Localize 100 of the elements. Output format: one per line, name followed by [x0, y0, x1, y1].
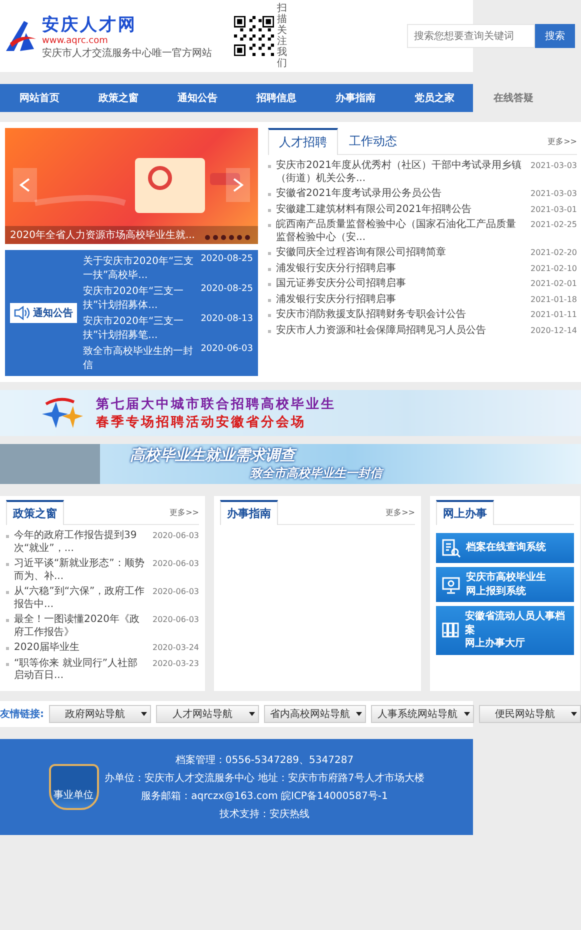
- news-date: 2020-12-14: [530, 324, 577, 336]
- stars-logo-icon: [40, 396, 84, 430]
- news-date: 2021-03-03: [530, 188, 577, 200]
- news-date: 2021-02-01: [530, 278, 577, 290]
- caret-icon: [356, 712, 362, 716]
- news-date: 2021-01-18: [530, 294, 577, 306]
- news-link[interactable]: 今年的政府工作报告提到39次“就业”，...: [14, 530, 148, 555]
- panel-title: 政策之窗: [6, 500, 64, 525]
- news-date: 2020-06-03: [152, 530, 199, 542]
- news-link[interactable]: 国元证券安庆分公司招聘启事: [276, 278, 526, 290]
- banner-text: 春季专场招聘活动安徽省分会场: [96, 414, 307, 431]
- panel-title: 网上办事: [436, 500, 494, 525]
- job-fair-banner[interactable]: 第七届大中城市联合招聘高校毕业生 春季专场招聘活动安徽省分会场: [0, 390, 581, 436]
- notice-label: 通知公告: [33, 306, 73, 320]
- news-date: 2020-03-23: [152, 658, 199, 670]
- news-date: 2021-03-03: [530, 160, 577, 172]
- link-dropdown[interactable]: 省内高校网站导航: [264, 704, 366, 722]
- service-button[interactable]: 安庆市高校毕业生 网上报到系统: [436, 567, 574, 602]
- news-link[interactable]: 安庆市消防救援支队招聘财务专职会计公告: [276, 309, 526, 322]
- notice-link[interactable]: 关于安庆市2020年“三支一扶”高校毕...: [83, 254, 197, 282]
- caret-icon: [571, 712, 578, 716]
- link-dropdown[interactable]: 人才网站导航: [156, 704, 259, 722]
- notice-link[interactable]: 安庆市2020年“三支一扶”计划招募体...: [83, 284, 197, 312]
- tab[interactable]: 工作动态: [338, 128, 408, 154]
- footer-text: 档案管理：0556-5347289、5347287: [175, 754, 354, 766]
- carousel-dot[interactable]: [221, 235, 226, 240]
- site-url: www.aqrc.com: [42, 36, 109, 46]
- search-field[interactable]: 搜索您想要查询关键词: [407, 24, 535, 48]
- nav-item[interactable]: 通知公告: [158, 84, 237, 112]
- links-label: 友情链接:: [0, 708, 44, 720]
- footer-text: 技术支持：安庆热线: [219, 808, 310, 820]
- news-link[interactable]: “职等你来 就业同行”人社部启动百日...: [14, 658, 148, 682]
- service-button[interactable]: 档案在线查询系统: [436, 533, 574, 563]
- carousel-slide[interactable]: 2020年全省人力资源市场高校毕业生就...: [5, 128, 258, 244]
- news-link[interactable]: 皖西南产品质量监督检验中心（国家石油化工产品质量监督检验中心（安...: [276, 219, 526, 244]
- news-link[interactable]: 习近平谈“新就业形态”：顺势而为、补...: [14, 558, 148, 583]
- notice-date: 2020-08-25: [200, 254, 253, 266]
- news-date: 2020-06-03: [152, 558, 199, 570]
- notice-link[interactable]: 致全市高校毕业生的一封信: [83, 344, 197, 372]
- news-link[interactable]: 安庆市2021年度从优秀村（社区）干部中考试录用乡镇（街道）机关公务...: [276, 160, 526, 185]
- caret-icon: [248, 712, 255, 716]
- panel-title: 办事指南: [220, 500, 278, 525]
- binders-icon: [441, 620, 460, 640]
- qr-caption: 扫描关注我们: [277, 3, 287, 69]
- news-date: 2020-06-03: [152, 614, 199, 626]
- news-link[interactable]: 安徽同庆全过程咨询有限公司招聘简章: [276, 247, 526, 260]
- notice-date: 2020-06-03: [200, 344, 253, 356]
- nav-item[interactable]: 党员之家: [395, 84, 474, 112]
- notice-link[interactable]: 安庆市2020年“三支一扶”计划招募笔...: [83, 314, 197, 342]
- news-date: 2021-01-11: [530, 309, 577, 321]
- news-date: 2020-06-03: [152, 586, 199, 598]
- tab[interactable]: 人才招聘: [268, 128, 338, 155]
- service-button[interactable]: 安徽省流动人员人事档案 网上办事大厅: [436, 606, 574, 654]
- notice-date: 2020-08-13: [200, 314, 253, 326]
- more-link[interactable]: 更多>>: [170, 506, 199, 518]
- link-dropdown[interactable]: 政府网站导航: [49, 704, 152, 722]
- qr-code: [234, 16, 274, 56]
- news-date: 2020-03-24: [152, 642, 199, 654]
- nav-item[interactable]: 网站首页: [0, 84, 79, 112]
- news-link[interactable]: 安徽省2021年度考试录用公务员公告: [276, 188, 526, 200]
- news-link[interactable]: 浦发银行安庆分行招聘启事: [276, 294, 526, 306]
- document-search-icon: [441, 538, 461, 558]
- link-dropdown[interactable]: 人事系统网站导航: [371, 704, 474, 722]
- carousel-dot[interactable]: [245, 235, 250, 240]
- speaker-icon: [14, 306, 30, 320]
- logo-icon: [4, 19, 38, 53]
- more-link[interactable]: 更多>>: [386, 506, 415, 518]
- site-slogan: 安庆市人才交流服务中心唯一官方网站: [42, 46, 212, 60]
- search-button[interactable]: 搜索: [535, 24, 575, 48]
- more-link[interactable]: 更多>>: [548, 136, 577, 146]
- nav-item[interactable]: 在线答疑: [474, 84, 553, 112]
- carousel-dot[interactable]: [213, 235, 218, 240]
- nav-item[interactable]: 招聘信息: [237, 84, 316, 112]
- banner-text: 高校毕业生就业需求调查: [130, 446, 298, 465]
- carousel-dot[interactable]: [237, 235, 242, 240]
- caret-icon: [464, 712, 470, 716]
- caret-icon: [141, 712, 148, 716]
- news-link[interactable]: 最全！一图读懂2020年《政府工作报告》: [14, 614, 148, 639]
- news-date: 2021-02-10: [530, 262, 577, 274]
- slide-caption: 2020年全省人力资源市场高校毕业生就...: [5, 226, 258, 244]
- news-date: 2021-03-01: [530, 204, 577, 216]
- footer-text: 办单位：安庆市人才交流服务中心 地址：安庆市市府路7号人才市场大楼: [104, 772, 424, 784]
- news-link[interactable]: 从“六稳”到“六保”，政府工作报告中...: [14, 586, 148, 611]
- news-link[interactable]: 浦发银行安庆分行招聘启事: [276, 262, 526, 275]
- notice-date: 2020-08-25: [200, 284, 253, 296]
- carousel-dot[interactable]: [229, 235, 234, 240]
- carousel-dot[interactable]: [205, 235, 210, 240]
- news-date: 2021-02-20: [530, 247, 577, 259]
- news-date: 2021-02-25: [530, 219, 577, 231]
- news-link[interactable]: 2020届毕业生: [14, 642, 148, 654]
- news-link[interactable]: 安徽建工建筑材料有限公司2021年招聘公告: [276, 204, 526, 216]
- link-dropdown[interactable]: 便民网站导航: [478, 704, 581, 722]
- banner-text: 第七届大中城市联合招聘高校毕业生: [96, 396, 336, 413]
- news-link[interactable]: 安庆市人力资源和社会保障局招聘见习人员公告: [276, 324, 526, 337]
- nav-item[interactable]: 政策之窗: [79, 84, 158, 112]
- nav-item[interactable]: 办事指南: [316, 84, 395, 112]
- site-title: 安庆人才网: [42, 14, 138, 36]
- footer-text: 服务邮箱：aqrczx@163.com 皖ICP备14000587号-1: [141, 790, 388, 802]
- institution-badge: 事业单位: [48, 764, 99, 810]
- banner-text: 致全市高校毕业生一封信: [250, 465, 382, 482]
